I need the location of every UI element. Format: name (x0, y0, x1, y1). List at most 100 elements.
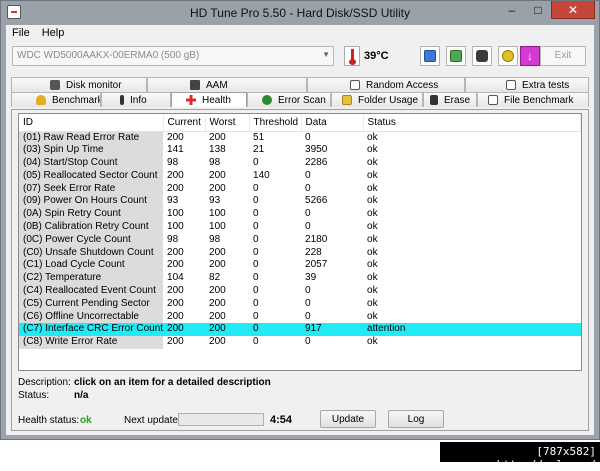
table-row[interactable]: (03) Spin Up Time141138213950ok (19, 144, 581, 157)
close-button[interactable]: ✕ (551, 1, 595, 19)
cell-worst: 200 (205, 170, 249, 183)
table-row[interactable]: (C1) Load Cycle Count20020002057ok (19, 259, 581, 272)
cell-worst: 93 (205, 195, 249, 208)
tab-label: File Benchmark (504, 95, 573, 106)
camera-icon (476, 50, 488, 62)
table-row[interactable]: (09) Power On Hours Count939305266ok (19, 195, 581, 208)
cell-worst: 82 (205, 272, 249, 285)
table-row[interactable]: (0B) Calibration Retry Count10010000ok (19, 221, 581, 234)
tab-disk-monitor[interactable]: Disk monitor (11, 77, 147, 92)
tab-aam[interactable]: AAM (147, 77, 307, 92)
description-area: Description: click on an item for a deta… (18, 376, 271, 402)
column-header-id[interactable]: ID (19, 114, 163, 131)
cell-data: 0 (301, 208, 363, 221)
maximize-icon: □ (534, 3, 541, 17)
options-button[interactable] (498, 46, 518, 66)
cell-data: 228 (301, 247, 363, 260)
cell-data: 917 (301, 323, 363, 336)
info-icon (120, 95, 124, 105)
cell-threshold: 0 (249, 272, 301, 285)
table-row[interactable]: (C4) Reallocated Event Count20020000ok (19, 285, 581, 298)
tab-benchmark[interactable]: Benchmark (11, 92, 101, 107)
tab-folder-usage[interactable]: Folder Usage (331, 92, 423, 107)
table-row[interactable]: (0C) Power Cycle Count989802180ok (19, 234, 581, 247)
status-value: n/a (74, 390, 88, 401)
cell-current: 200 (163, 336, 205, 349)
menu-help[interactable]: Help (36, 25, 71, 41)
cell-worst: 100 (205, 221, 249, 234)
table-row[interactable]: (C8) Write Error Rate20020000ok (19, 336, 581, 349)
close-icon: ✕ (568, 3, 578, 17)
cell-data: 39 (301, 272, 363, 285)
title-bar[interactable]: HD Tune Pro 5.50 - Hard Disk/SSD Utility… (1, 1, 599, 25)
cell-threshold: 0 (249, 247, 301, 260)
tab-random-access[interactable]: Random Access (307, 77, 465, 92)
table-row[interactable]: (05) Reallocated Sector Count2002001400o… (19, 170, 581, 183)
cell-status: ok (363, 259, 580, 272)
column-header-threshold[interactable]: Threshold (249, 114, 301, 131)
cell-status: ok (363, 195, 580, 208)
tab-erase[interactable]: Erase (423, 92, 477, 107)
table-row[interactable]: (07) Seek Error Rate20020000ok (19, 183, 581, 196)
tab-label: Error Scan (278, 95, 326, 106)
column-header-status[interactable]: Status (363, 114, 580, 131)
file-benchmark-icon (488, 95, 498, 105)
cell-data: 0 (301, 311, 363, 324)
tab-error-scan[interactable]: Error Scan (247, 92, 331, 107)
cell-current: 200 (163, 183, 205, 196)
cell-data: 0 (301, 285, 363, 298)
tab-extra-tests[interactable]: Extra tests (465, 77, 589, 92)
toolbar: WDC WD5000AAKX-00ERMA0 (500 gB) ▼ 39°C ↓… (6, 43, 594, 71)
cell-status: ok (363, 234, 580, 247)
cell-id: (C2) Temperature (19, 272, 163, 285)
cell-current: 200 (163, 259, 205, 272)
log-button[interactable]: Log (388, 410, 444, 428)
cell-status: ok (363, 157, 580, 170)
menu-file[interactable]: File (6, 25, 36, 41)
cell-threshold: 0 (249, 336, 301, 349)
update-button[interactable]: Update (320, 410, 376, 428)
table-row[interactable]: (C7) Interface CRC Error Count2002000917… (19, 323, 581, 336)
exit-button[interactable]: Exit (540, 46, 586, 66)
table-row[interactable]: (C0) Unsafe Shutdown Count2002000228ok (19, 247, 581, 260)
table-row[interactable]: (C2) Temperature10482039ok (19, 272, 581, 285)
cell-worst: 200 (205, 323, 249, 336)
table-row[interactable]: (C6) Offline Uncorrectable20020000ok (19, 311, 581, 324)
tab-health[interactable]: Health (171, 92, 247, 107)
cell-status: ok (363, 144, 580, 157)
cell-data: 2180 (301, 234, 363, 247)
cell-current: 200 (163, 298, 205, 311)
tab-file-benchmark[interactable]: File Benchmark (477, 92, 589, 107)
tab-label: Health (202, 95, 231, 106)
tab-row-2: Benchmark Info Health Error Scan Folder … (11, 92, 589, 107)
table-row[interactable]: (0A) Spin Retry Count10010000ok (19, 208, 581, 221)
table-row[interactable]: (04) Start/Stop Count989802286ok (19, 157, 581, 170)
cell-status: ok (363, 208, 580, 221)
maximize-button[interactable]: □ (525, 1, 551, 19)
table-row[interactable]: (01) Raw Read Error Rate200200510ok (19, 131, 581, 144)
copy-test-button[interactable] (446, 46, 466, 66)
next-update-progress (178, 413, 264, 426)
tab-info[interactable]: Info (101, 92, 171, 107)
drive-select[interactable]: WDC WD5000AAKX-00ERMA0 (500 gB) ▼ (12, 46, 334, 66)
cell-data: 5266 (301, 195, 363, 208)
health-status-bar: Health status: ok Next update: 4:54 Upda… (18, 410, 582, 430)
menu-bar: File Help (6, 25, 594, 41)
cell-id: (C5) Current Pending Sector (19, 298, 163, 311)
minimize-button[interactable]: – (499, 1, 525, 19)
screenshot-button[interactable] (472, 46, 492, 66)
copy-info-button[interactable] (420, 46, 440, 66)
column-header-current[interactable]: Current (163, 114, 205, 131)
table-row[interactable]: (C5) Current Pending Sector20020000ok (19, 298, 581, 311)
column-header-data[interactable]: Data (301, 114, 363, 131)
tab-row-1: Disk monitor AAM Random Access Extra tes… (11, 77, 589, 92)
cell-threshold: 0 (249, 234, 301, 247)
column-header-worst[interactable]: Worst (205, 114, 249, 131)
minimize-icon: – (509, 3, 516, 17)
cell-worst: 98 (205, 234, 249, 247)
download-button[interactable]: ↓ (520, 46, 540, 66)
cell-status: ok (363, 131, 580, 144)
copy-icon (424, 50, 436, 62)
table-body: (01) Raw Read Error Rate200200510ok(03) … (19, 131, 581, 349)
trash-icon (430, 95, 438, 105)
